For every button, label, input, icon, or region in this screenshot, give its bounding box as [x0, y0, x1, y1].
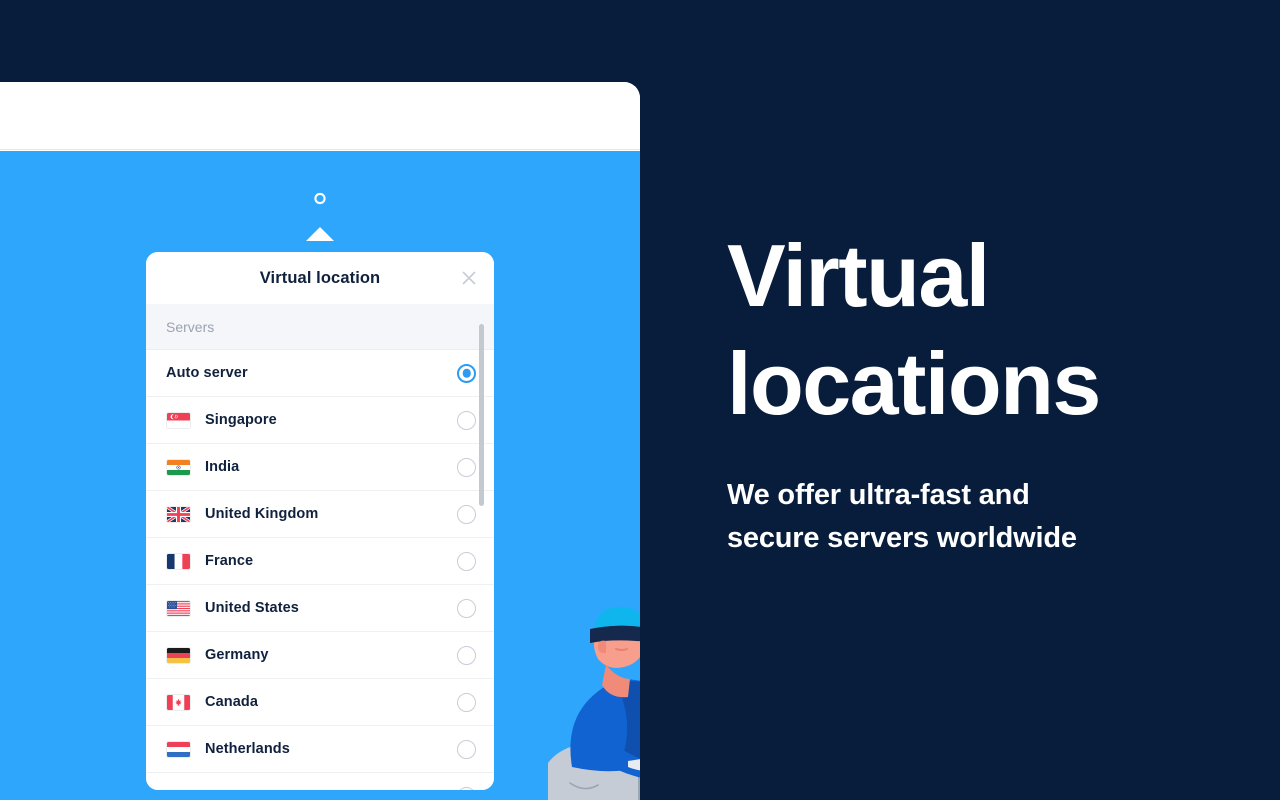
list-item-label: Canada [205, 694, 258, 710]
group-header-label: Servers [166, 318, 215, 335]
list-item-label: India [205, 459, 240, 475]
list-item[interactable]: India [146, 444, 494, 491]
panel-header: Virtual location [146, 252, 494, 304]
radio-singapore[interactable] [457, 410, 476, 430]
radio-germany[interactable] [457, 645, 476, 665]
radio-auto-server[interactable] [457, 363, 476, 383]
list-item-label: United States [205, 600, 299, 616]
headline-line-2: locations [727, 334, 1101, 433]
flag-india-icon [166, 458, 191, 476]
browser-window: Virtual location Servers Auto server Sin… [0, 82, 640, 800]
list-item[interactable]: Canada [146, 679, 494, 726]
flag-france-icon [166, 552, 191, 570]
list-item-label: France [205, 553, 254, 569]
list-item[interactable]: United States [146, 585, 494, 632]
list-item[interactable] [146, 773, 494, 790]
flag-singapore-icon [166, 411, 191, 429]
radio-united-kingdom[interactable] [457, 504, 476, 524]
marketing-copy: Virtual locations We offer ultra-fast an… [727, 222, 1197, 560]
list-item-label: Singapore [205, 412, 277, 428]
flag-united-kingdom-icon [166, 505, 191, 523]
headline: Virtual locations [727, 222, 1197, 438]
radio-united-states[interactable] [457, 598, 476, 618]
radio-canada[interactable] [457, 692, 476, 712]
page-background: Virtual location Servers Auto server Sin… [0, 0, 1280, 800]
server-list-scroll-area[interactable]: Servers Auto server Singapore India Unit… [146, 304, 494, 790]
flag-germany-icon [166, 646, 191, 664]
scrollbar-track[interactable] [479, 310, 489, 780]
list-item-label: Auto server [166, 365, 248, 381]
flag-canada-icon [166, 693, 191, 711]
close-icon[interactable] [458, 267, 480, 289]
list-item-label: United Kingdom [205, 506, 319, 522]
subheadline: We offer ultra-fast and secure servers w… [727, 474, 1197, 560]
browser-toolbar [0, 82, 640, 150]
group-header-servers: Servers [146, 304, 494, 350]
subheadline-line-2: secure servers worldwide [727, 522, 1077, 554]
scrollbar-thumb[interactable] [479, 324, 484, 506]
list-item[interactable]: France [146, 538, 494, 585]
list-item[interactable]: Germany [146, 632, 494, 679]
list-item[interactable]: Netherlands [146, 726, 494, 773]
radio-next[interactable] [457, 786, 476, 790]
list-item[interactable]: Auto server [146, 350, 494, 397]
virtual-location-panel: Virtual location Servers Auto server Sin… [146, 252, 494, 790]
list-item[interactable]: United Kingdom [146, 491, 494, 538]
flag-united-states-icon [166, 599, 191, 617]
vpn-shield-icon[interactable] [309, 188, 331, 213]
radio-netherlands[interactable] [457, 739, 476, 759]
list-item-label: Netherlands [205, 741, 290, 757]
list-item[interactable]: Singapore [146, 397, 494, 444]
subheadline-line-1: We offer ultra-fast and [727, 479, 1030, 511]
radio-france[interactable] [457, 551, 476, 571]
radio-india[interactable] [457, 457, 476, 477]
popup-pointer-notch [306, 227, 334, 241]
server-list: Servers Auto server Singapore India Unit… [146, 304, 494, 790]
page-title: Virtual location [259, 268, 381, 287]
flag-netherlands-icon [166, 740, 191, 758]
list-item-label: Germany [205, 647, 269, 663]
headline-line-1: Virtual [727, 226, 990, 325]
